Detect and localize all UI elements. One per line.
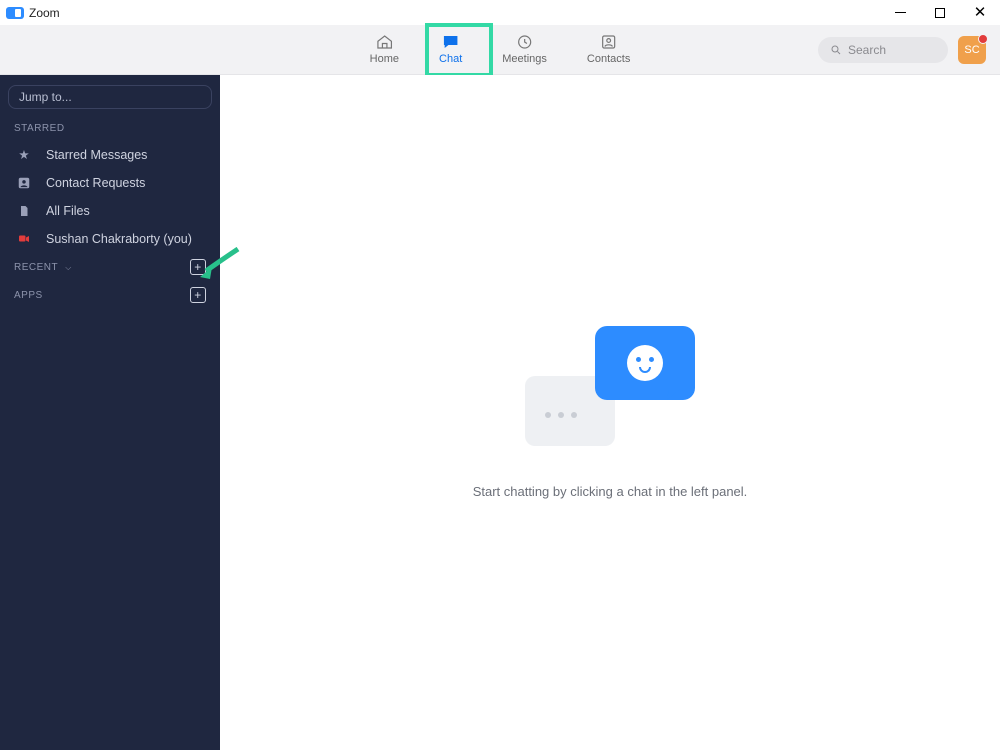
profile-avatar[interactable]: SC xyxy=(958,36,986,64)
window-minimize-button[interactable] xyxy=(880,0,920,25)
section-apps-label: APPS xyxy=(14,290,43,301)
sidebar-item-contact-requests[interactable]: Contact Requests xyxy=(0,169,220,197)
search-placeholder: Search xyxy=(848,43,886,57)
avatar-initials: SC xyxy=(964,44,979,56)
titlebar: Zoom ✕ xyxy=(0,0,1000,25)
sidebar-item-label: Starred Messages xyxy=(46,148,147,162)
main-content: Start chatting by clicking a chat in the… xyxy=(220,75,1000,750)
nav-home-label: Home xyxy=(370,53,399,65)
top-toolbar: Home Chat Meetings Contacts Search SC xyxy=(0,25,1000,75)
app-icon xyxy=(6,7,24,19)
add-recent-button[interactable] xyxy=(190,259,206,275)
nav-meetings-label: Meetings xyxy=(502,53,547,65)
window-close-button[interactable]: ✕ xyxy=(960,0,1000,25)
window-title: Zoom xyxy=(29,6,60,20)
nav-meetings[interactable]: Meetings xyxy=(496,25,553,74)
section-recent-label: RECENT xyxy=(14,262,58,273)
sidebar: Jump to... STARRED ★ Starred Messages Co… xyxy=(0,75,220,750)
jump-placeholder: Jump to... xyxy=(19,90,72,104)
search-icon xyxy=(830,44,842,56)
sidebar-item-self[interactable]: Sushan Chakraborty (you) xyxy=(0,225,220,253)
section-header-starred: STARRED xyxy=(0,117,220,140)
sidebar-item-label: Contact Requests xyxy=(46,176,145,190)
chat-icon xyxy=(441,33,461,51)
nav-contacts-label: Contacts xyxy=(587,53,630,65)
jump-to-input[interactable]: Jump to... xyxy=(8,85,212,109)
file-icon xyxy=(16,204,32,218)
clock-icon xyxy=(515,33,535,51)
sidebar-item-label: Sushan Chakraborty (you) xyxy=(46,232,192,246)
window-maximize-button[interactable] xyxy=(920,0,960,25)
empty-chat-illustration xyxy=(525,326,695,456)
sidebar-item-all-files[interactable]: All Files xyxy=(0,197,220,225)
contacts-icon xyxy=(599,33,619,51)
section-header-apps[interactable]: APPS xyxy=(0,281,220,309)
nav-chat[interactable]: Chat xyxy=(433,25,468,74)
sidebar-item-starred-messages[interactable]: ★ Starred Messages xyxy=(0,140,220,169)
camera-icon xyxy=(16,233,32,245)
empty-state-text: Start chatting by clicking a chat in the… xyxy=(473,484,748,499)
nav-contacts[interactable]: Contacts xyxy=(581,25,636,74)
sidebar-item-label: All Files xyxy=(46,204,90,218)
nav-chat-label: Chat xyxy=(439,53,462,65)
home-icon xyxy=(374,33,394,51)
nav-home[interactable]: Home xyxy=(364,25,405,74)
chevron-down-icon: ⌵ xyxy=(65,263,72,272)
contact-request-icon xyxy=(16,176,32,190)
star-icon: ★ xyxy=(16,147,32,162)
section-header-recent[interactable]: RECENT ⌵ xyxy=(0,253,220,281)
search-input[interactable]: Search xyxy=(818,37,948,63)
add-app-button[interactable] xyxy=(190,287,206,303)
section-starred-label: STARRED xyxy=(14,123,65,134)
